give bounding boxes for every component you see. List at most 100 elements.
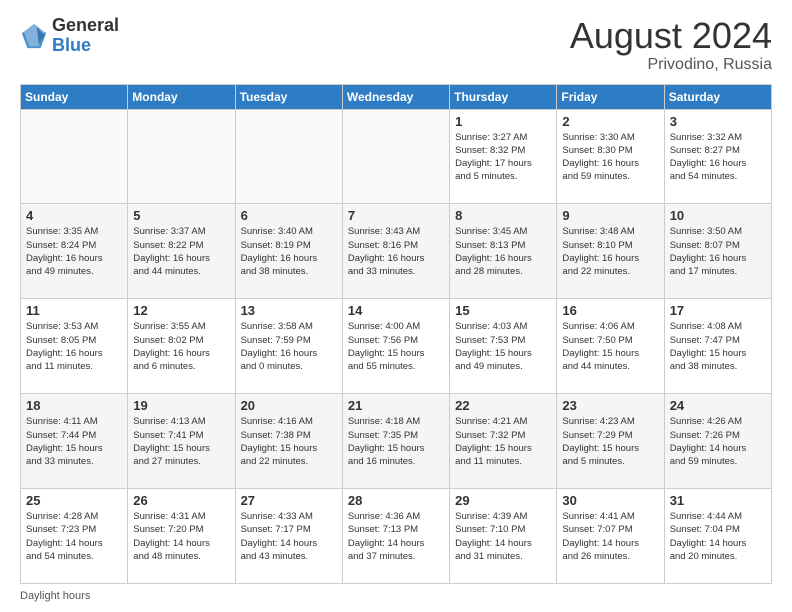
calendar-day-cell: 11Sunrise: 3:53 AMSunset: 8:05 PMDayligh… [21,299,128,394]
header: General Blue August 2024 Privodino, Russ… [20,16,772,74]
day-number: 22 [455,398,551,413]
day-number: 15 [455,303,551,318]
month-title: August 2024 [570,16,772,56]
day-info: Sunrise: 3:55 AMSunset: 8:02 PMDaylight:… [133,320,229,373]
calendar-week-row: 25Sunrise: 4:28 AMSunset: 7:23 PMDayligh… [21,489,772,584]
day-number: 16 [562,303,658,318]
calendar-week-row: 4Sunrise: 3:35 AMSunset: 8:24 PMDaylight… [21,204,772,299]
calendar-day-cell [235,109,342,204]
day-number: 26 [133,493,229,508]
calendar-day-cell: 7 Sunrise: 3:43 AMSunset: 8:16 PMDaylight… [342,204,449,299]
logo-blue: Blue [52,35,91,55]
calendar-day-header: Sunday [21,84,128,109]
day-number: 27 [241,493,337,508]
day-number: 8 [455,208,551,223]
calendar-day-cell: 9Sunrise: 3:48 AMSunset: 8:10 PMDaylight… [557,204,664,299]
calendar-day-header: Thursday [450,84,557,109]
calendar-day-cell: 15 Sunrise: 4:03 AMSunset: 7:53 PMDayligh… [450,299,557,394]
calendar-day-cell [21,109,128,204]
logo-general: General [52,15,119,35]
calendar-day-cell: 14 Sunrise: 4:00 AMSunset: 7:56 PMDayligh… [342,299,449,394]
day-info: Sunrise: 4:00 AMSunset: 7:56 PMDaylight:… [348,320,444,373]
calendar-day-cell: 8 Sunrise: 3:45 AMSunset: 8:13 PMDaylight… [450,204,557,299]
calendar-day-cell: 19 Sunrise: 4:13 AMSunset: 7:41 PMDayligh… [128,394,235,489]
day-number: 23 [562,398,658,413]
day-info: Sunrise: 3:35 AMSunset: 8:24 PMDaylight:… [26,225,122,278]
calendar-day-cell: 28Sunrise: 4:36 AMSunset: 7:13 PMDayligh… [342,489,449,584]
calendar-day-cell: 29 Sunrise: 4:39 AMSunset: 7:10 PMDayligh… [450,489,557,584]
calendar-day-cell: 25Sunrise: 4:28 AMSunset: 7:23 PMDayligh… [21,489,128,584]
day-info: Sunrise: 3:50 AMSunset: 8:07 PMDaylight:… [670,225,766,278]
day-info: Sunrise: 4:41 AMSunset: 7:07 PMDaylight:… [562,510,658,563]
day-info: Sunrise: 3:27 AMSunset: 8:32 PMDaylight:… [455,131,551,184]
day-number: 6 [241,208,337,223]
day-info: Sunrise: 4:13 AMSunset: 7:41 PMDaylight:… [133,415,229,468]
calendar-day-cell: 16 Sunrise: 4:06 AMSunset: 7:50 PMDayligh… [557,299,664,394]
calendar-day-cell: 22 Sunrise: 4:21 AMSunset: 7:32 PMDayligh… [450,394,557,489]
day-info: Sunrise: 4:21 AMSunset: 7:32 PMDaylight:… [455,415,551,468]
day-number: 13 [241,303,337,318]
day-number: 30 [562,493,658,508]
calendar-day-header: Saturday [664,84,771,109]
calendar-day-header: Tuesday [235,84,342,109]
calendar-day-cell [342,109,449,204]
calendar-day-cell: 2Sunrise: 3:30 AMSunset: 8:30 PMDaylight… [557,109,664,204]
day-number: 14 [348,303,444,318]
calendar-table: SundayMondayTuesdayWednesdayThursdayFrid… [20,84,772,584]
day-number: 3 [670,114,766,129]
calendar-day-cell: 5Sunrise: 3:37 AMSunset: 8:22 PMDaylight… [128,204,235,299]
day-number: 7 [348,208,444,223]
day-number: 18 [26,398,122,413]
day-number: 24 [670,398,766,413]
footer-label: Daylight hours [20,590,90,602]
logo-icon [20,22,48,50]
day-info: Sunrise: 4:23 AMSunset: 7:29 PMDaylight:… [562,415,658,468]
day-number: 19 [133,398,229,413]
calendar-day-cell: 3 Sunrise: 3:32 AMSunset: 8:27 PMDaylight… [664,109,771,204]
calendar-day-cell: 31 Sunrise: 4:44 AMSunset: 7:04 PMDayligh… [664,489,771,584]
calendar-day-cell: 26 Sunrise: 4:31 AMSunset: 7:20 PMDayligh… [128,489,235,584]
day-info: Sunrise: 4:33 AMSunset: 7:17 PMDaylight:… [241,510,337,563]
day-info: Sunrise: 4:31 AMSunset: 7:20 PMDaylight:… [133,510,229,563]
day-info: Sunrise: 3:48 AMSunset: 8:10 PMDaylight:… [562,225,658,278]
calendar-page: General Blue August 2024 Privodino, Russ… [0,0,792,612]
day-info: Sunrise: 3:43 AMSunset: 8:16 PMDaylight:… [348,225,444,278]
calendar-day-cell: 17Sunrise: 4:08 AMSunset: 7:47 PMDayligh… [664,299,771,394]
day-info: Sunrise: 4:11 AMSunset: 7:44 PMDaylight:… [26,415,122,468]
day-info: Sunrise: 4:44 AMSunset: 7:04 PMDaylight:… [670,510,766,563]
calendar-header-row: SundayMondayTuesdayWednesdayThursdayFrid… [21,84,772,109]
day-number: 28 [348,493,444,508]
calendar-week-row: 18 Sunrise: 4:11 AMSunset: 7:44 PMDayligh… [21,394,772,489]
day-info: Sunrise: 4:06 AMSunset: 7:50 PMDaylight:… [562,320,658,373]
calendar-day-cell: 24 Sunrise: 4:26 AMSunset: 7:26 PMDayligh… [664,394,771,489]
calendar-day-cell: 30 Sunrise: 4:41 AMSunset: 7:07 PMDayligh… [557,489,664,584]
calendar-day-cell: 4Sunrise: 3:35 AMSunset: 8:24 PMDaylight… [21,204,128,299]
day-info: Sunrise: 4:39 AMSunset: 7:10 PMDaylight:… [455,510,551,563]
day-number: 31 [670,493,766,508]
calendar-week-row: 1Sunrise: 3:27 AMSunset: 8:32 PMDaylight… [21,109,772,204]
day-info: Sunrise: 4:03 AMSunset: 7:53 PMDaylight:… [455,320,551,373]
calendar-day-cell: 20Sunrise: 4:16 AMSunset: 7:38 PMDayligh… [235,394,342,489]
calendar-day-header: Friday [557,84,664,109]
calendar-day-cell: 23 Sunrise: 4:23 AMSunset: 7:29 PMDayligh… [557,394,664,489]
day-number: 29 [455,493,551,508]
calendar-day-cell: 12 Sunrise: 3:55 AMSunset: 8:02 PMDayligh… [128,299,235,394]
calendar-day-header: Wednesday [342,84,449,109]
calendar-day-cell: 13 Sunrise: 3:58 AMSunset: 7:59 PMDayligh… [235,299,342,394]
day-number: 10 [670,208,766,223]
calendar-day-cell: 6 Sunrise: 3:40 AMSunset: 8:19 PMDaylight… [235,204,342,299]
day-info: Sunrise: 3:40 AMSunset: 8:19 PMDaylight:… [241,225,337,278]
day-info: Sunrise: 4:28 AMSunset: 7:23 PMDaylight:… [26,510,122,563]
calendar-day-cell: 18 Sunrise: 4:11 AMSunset: 7:44 PMDayligh… [21,394,128,489]
logo-text: General Blue [52,16,119,56]
day-info: Sunrise: 4:26 AMSunset: 7:26 PMDaylight:… [670,415,766,468]
day-info: Sunrise: 3:37 AMSunset: 8:22 PMDaylight:… [133,225,229,278]
calendar-day-cell: 27 Sunrise: 4:33 AMSunset: 7:17 PMDayligh… [235,489,342,584]
location-title: Privodino, Russia [570,56,772,74]
day-info: Sunrise: 3:45 AMSunset: 8:13 PMDaylight:… [455,225,551,278]
day-info: Sunrise: 3:32 AMSunset: 8:27 PMDaylight:… [670,131,766,184]
day-info: Sunrise: 3:58 AMSunset: 7:59 PMDaylight:… [241,320,337,373]
footer: Daylight hours [20,590,772,602]
day-number: 12 [133,303,229,318]
day-number: 20 [241,398,337,413]
